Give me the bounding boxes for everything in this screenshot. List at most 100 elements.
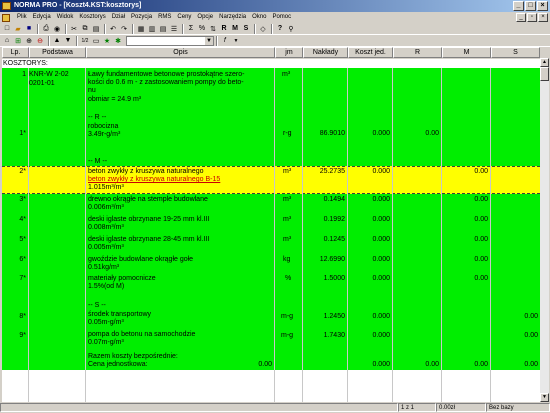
row-jm: m³ [283, 196, 292, 203]
col-koszt-jed[interactable]: Koszt jed. [348, 47, 393, 58]
list-icon[interactable]: ☰ [169, 24, 179, 34]
menu-rms[interactable]: RMS [155, 12, 174, 23]
table-icon[interactable]: ▤ [158, 24, 168, 34]
menu-opcje[interactable]: Opcje [194, 12, 216, 23]
title-bar: NORMA PRO - [Koszt4.KST:kosztorys] _ □ × [0, 0, 550, 12]
open-folder-icon[interactable]: ▰ [13, 24, 23, 34]
row-naklady: 1.7430 [323, 332, 345, 339]
zoom-icon[interactable]: 1/2 [80, 36, 90, 46]
col-opis[interactable]: Opis [86, 47, 275, 58]
vertical-scrollbar[interactable]: ▲ ▼ [540, 58, 549, 402]
star-icon[interactable]: ★ [102, 36, 112, 46]
down-icon[interactable]: ▼ [63, 36, 73, 46]
insert-icon[interactable]: ⊕ [24, 36, 34, 46]
up-icon[interactable]: ▲ [52, 36, 62, 46]
sum-label: Razem koszty bezpośrednie: [88, 353, 178, 360]
s-icon[interactable]: S [241, 24, 251, 34]
row-lp: 7* [19, 275, 26, 282]
menu-dzial[interactable]: Dział [109, 12, 128, 23]
row-jm: m³ [283, 236, 292, 243]
row-desc-link[interactable]: beton zwykły z kruszywa naturalnego B-15 [88, 176, 220, 184]
home-icon[interactable]: ⌂ [2, 36, 12, 46]
col-m[interactable]: M [442, 47, 491, 58]
row-lp: 3* [19, 196, 26, 203]
sum-koszt: 0.000 [372, 361, 390, 368]
menu-plik[interactable]: Plik [14, 12, 30, 23]
minimize-button[interactable]: _ [513, 1, 524, 11]
sort-icon[interactable]: ⇅ [208, 24, 218, 34]
menu-kosztorys[interactable]: Kosztorys [76, 12, 108, 23]
row-koszt: 0.000 [372, 216, 390, 223]
menu-narzedzia[interactable]: Narzędzia [216, 12, 249, 23]
percent-icon[interactable]: % [197, 24, 207, 34]
row-koszt: 0.000 [372, 130, 390, 137]
filter-combo[interactable]: ▼ [126, 35, 214, 46]
undo-icon[interactable]: ↶ [108, 24, 118, 34]
layout-icon[interactable]: ▭ [91, 36, 101, 46]
redo-icon[interactable]: ↷ [119, 24, 129, 34]
row-desc: beton zwykły z kruszywa naturalnego [88, 168, 204, 175]
preview-icon[interactable]: ◉ [52, 24, 62, 34]
col-lp[interactable]: Lp. [2, 47, 29, 58]
menu-edycja[interactable]: Edycja [30, 12, 54, 23]
save-icon[interactable]: ■ [24, 24, 34, 34]
menu-pomoc[interactable]: Pomoc [269, 12, 294, 23]
col-jm[interactable]: jm [275, 47, 303, 58]
format-dropdown-icon[interactable]: ▼ [231, 36, 241, 46]
menu-pozycja[interactable]: Pozycja [128, 12, 155, 23]
doc-close-button[interactable]: × [538, 13, 548, 22]
cut-icon[interactable]: ✂ [69, 24, 79, 34]
r-icon[interactable]: R [219, 24, 229, 34]
doc-minimize-button[interactable]: _ [516, 13, 526, 22]
group-header-m: -- M -- [88, 158, 108, 165]
format-icon[interactable]: 𝑓 [220, 36, 230, 46]
sum-s: 0.00 [524, 361, 538, 368]
col-r[interactable]: R [393, 47, 442, 58]
help-icon[interactable]: ? [275, 24, 285, 34]
print-icon[interactable]: ⎙ [41, 24, 51, 34]
document-icon[interactable] [2, 13, 10, 22]
section-label: KOSZTORYS: [2, 59, 540, 68]
row-naklady: 25.2735 [319, 168, 345, 175]
calculator-icon[interactable]: ▦ [136, 24, 146, 34]
row-desc: deski iglaste obrzynane 19-25 mm kl.III [88, 216, 210, 223]
position-block-1[interactable] [2, 68, 540, 166]
m-icon[interactable]: M [230, 24, 240, 34]
paste-icon[interactable]: ▤ [91, 24, 101, 34]
new-file-icon[interactable]: □ [2, 24, 12, 34]
scroll-down-icon[interactable]: ▼ [540, 393, 549, 402]
row-r: 0.00 [425, 130, 439, 137]
chevron-down-icon[interactable]: ▼ [205, 36, 213, 45]
scroll-up-icon[interactable]: ▲ [540, 58, 549, 67]
star-outline-icon[interactable]: ✱ [113, 36, 123, 46]
row-koszt: 0.000 [372, 275, 390, 282]
tree-icon[interactable]: ⊞ [13, 36, 23, 46]
menu-okno[interactable]: Okno [249, 12, 269, 23]
close-button[interactable]: × [537, 1, 548, 11]
grid-icon[interactable]: ▥ [147, 24, 157, 34]
row-desc: 0.008m³/m³ [88, 224, 124, 231]
secondary-toolbar: ⌂ ⊞ ⊕ ⊖ ▲ ▼ 1/2 ▭ ★ ✱ ▼ 𝑓 ▼ [0, 35, 550, 47]
delete-icon[interactable]: ⊖ [35, 36, 45, 46]
col-naklady[interactable]: Nakłady [303, 47, 348, 58]
estimate-grid[interactable]: 1 KNR-W 2-02 0201-01 Ławy fundamentowe b… [2, 68, 540, 402]
menu-ceny[interactable]: Ceny [174, 12, 194, 23]
doc-restore-button[interactable]: ▫ [527, 13, 537, 22]
scroll-thumb[interactable] [540, 67, 549, 81]
maximize-button[interactable]: □ [525, 1, 536, 11]
unit-price-value: 0.00 [258, 361, 272, 368]
row-koszt: 0.000 [372, 332, 390, 339]
copy-icon[interactable]: ⧉ [80, 24, 90, 34]
row-naklady: 1.5000 [323, 275, 345, 282]
sum-icon[interactable]: Σ [186, 24, 196, 34]
col-podstawa[interactable]: Podstawa [29, 47, 86, 58]
row-desc: 0.51kg/m³ [88, 264, 120, 271]
whatsthis-icon[interactable]: ⚲ [286, 24, 296, 34]
menu-widok[interactable]: Widok [54, 12, 77, 23]
menu-bar: Plik Edycja Widok Kosztorys Dział Pozycj… [0, 12, 550, 23]
row-lp: 2* [19, 168, 26, 175]
col-s[interactable]: S [491, 47, 540, 58]
row-base: 0201-01 [29, 80, 55, 87]
tag-icon[interactable]: ◇ [258, 24, 268, 34]
row-jm: % [285, 275, 292, 282]
